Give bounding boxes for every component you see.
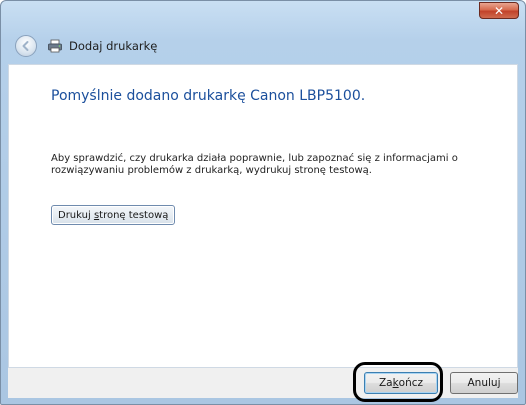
cancel-button[interactable]: Anuluj xyxy=(450,372,518,394)
back-arrow-icon xyxy=(22,40,29,51)
back-button[interactable] xyxy=(15,34,37,57)
success-heading: Pomyślnie dodano drukarkę Canon LBP5100. xyxy=(51,88,366,104)
close-icon: ✕ xyxy=(493,3,505,18)
close-button[interactable]: ✕ xyxy=(479,2,519,19)
print-test-label-part2: tronę testową xyxy=(99,209,169,221)
finish-highlight-annotation xyxy=(353,362,443,402)
add-printer-window: ✕ Dodaj drukarkę Pomyślnie dodano drukar… xyxy=(0,0,526,405)
printer-icon xyxy=(47,38,63,54)
window-title: Dodaj drukarkę xyxy=(69,38,158,53)
wizard-content: Pomyślnie dodano drukarkę Canon LBP5100.… xyxy=(8,64,518,368)
print-test-label-part1: Drukuj xyxy=(58,209,94,221)
description-text: Aby sprawdzić, czy drukarka działa popra… xyxy=(51,153,458,176)
print-test-page-button[interactable]: Drukuj s tronę testową xyxy=(51,205,176,225)
wizard-header: Dodaj drukarkę xyxy=(8,27,518,64)
